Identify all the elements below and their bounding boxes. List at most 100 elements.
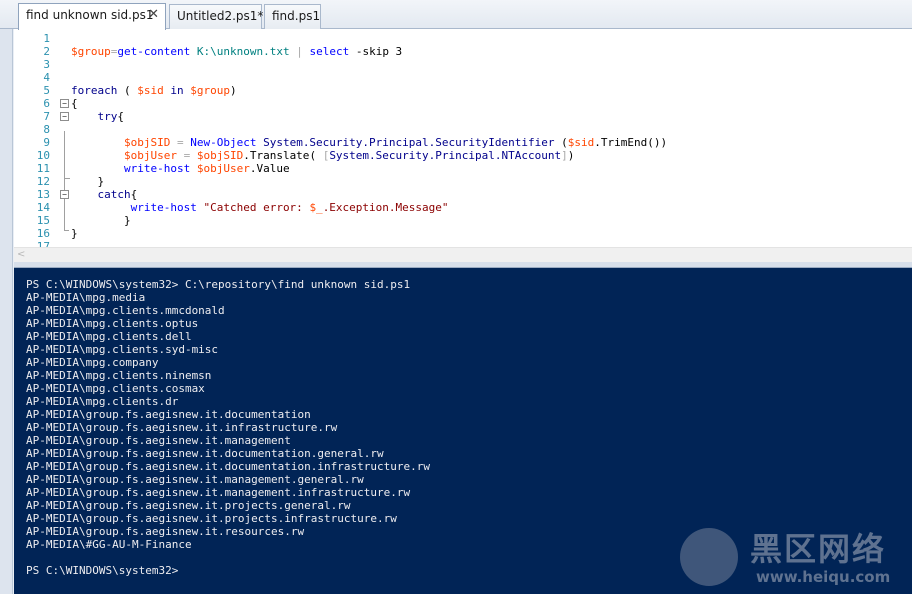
code-token: $objUser — [123, 149, 177, 162]
tab-label: Untitled2.ps1* — [177, 9, 264, 23]
code-text: $group=get-content K:\unknown.txt | sele… — [71, 45, 402, 58]
code-line[interactable]: 3 — [14, 58, 912, 71]
code-token: ) — [567, 149, 575, 162]
console-output-line: AP-MEDIA\mpg.media — [26, 291, 146, 304]
code-token: "Catched error: — [203, 201, 310, 214]
code-token: . — [594, 136, 601, 149]
code-token: write-host — [123, 162, 191, 175]
tab-find[interactable]: find.ps1 — [264, 4, 321, 29]
code-token: write-host — [130, 201, 197, 214]
code-line[interactable]: 5 foreach ( $sid in $group) — [14, 84, 912, 97]
console-output-line: AP-MEDIA\mpg.clients.dr — [26, 395, 179, 408]
code-line[interactable]: 1 — [14, 32, 912, 45]
line-number: 8 — [43, 123, 50, 136]
fold-gutter: − — [60, 97, 70, 110]
line-number: 12 — [36, 175, 50, 188]
code-token: select — [309, 45, 350, 58]
code-token: $objUser — [196, 162, 250, 175]
code-line[interactable]: 2 $group=get-content K:\unknown.txt | sel… — [14, 45, 912, 58]
line-number: 14 — [36, 201, 50, 214]
code-text: $objSID = New-Object System.Security.Pri… — [71, 136, 667, 149]
code-line[interactable]: 16} — [14, 227, 912, 240]
code-token: } — [71, 175, 105, 188]
console-pane[interactable]: PS C:\WINDOWS\system32> AP-MEDIA\#GG-AU-M… — [14, 268, 912, 594]
code-line[interactable]: 12 } — [14, 175, 912, 188]
code-token: try — [97, 110, 118, 123]
tab-label: find unknown sid.ps1 — [26, 8, 154, 22]
code-line[interactable]: 14 write-host "Catched error: $_.Excepti… — [14, 201, 912, 214]
code-line[interactable]: 7 − try{ — [14, 110, 912, 123]
scroll-left-icon[interactable]: < — [17, 248, 25, 262]
code-token: } — [71, 227, 78, 240]
code-line[interactable]: 17 — [14, 240, 912, 247]
console-output-line: AP-MEDIA\group.fs.aegisnew.it.management… — [26, 473, 364, 486]
code-token: -skip 3 — [349, 45, 403, 58]
line-number: 17 — [36, 240, 50, 247]
line-number: 13 — [36, 188, 50, 201]
code-text: } — [71, 175, 104, 188]
code-text: { — [71, 97, 78, 110]
line-number: 9 — [43, 136, 50, 149]
console-output-line: AP-MEDIA\mpg.clients.mmcdonald — [26, 304, 225, 317]
console-output-line: AP-MEDIA\mpg.clients.cosmax — [26, 382, 205, 395]
code-token: System.Security.Principal.NTAccount — [329, 149, 562, 162]
code-token: $objSID — [196, 149, 244, 162]
code-line[interactable]: 4 — [14, 71, 912, 84]
tab-find-unknown-sid[interactable]: find unknown sid.ps1 ✕ — [18, 3, 166, 30]
collapse-icon[interactable]: − — [60, 99, 69, 108]
code-line[interactable]: 6 −{ — [14, 97, 912, 110]
code-token: $objSID — [123, 136, 171, 149]
code-token: Value — [256, 162, 290, 175]
left-edge-panel — [0, 29, 13, 594]
watermark: 黑区网络 www.heiqu.com — [680, 528, 912, 594]
console-output-line: AP-MEDIA\group.fs.aegisnew.it.projects.g… — [26, 499, 351, 512]
close-icon[interactable]: ✕ — [148, 4, 159, 26]
code-token: ( — [117, 84, 138, 97]
line-number: 15 — [36, 214, 50, 227]
editor-horizontal-scrollbar[interactable]: < — [14, 247, 912, 262]
code-text: foreach ( $sid in $group) — [71, 84, 237, 97]
code-token: { — [117, 110, 124, 123]
line-number: 3 — [43, 58, 50, 71]
code-token: get-content — [117, 45, 191, 58]
collapse-icon[interactable]: − — [60, 190, 69, 199]
code-token: System.Security.Principal.SecurityIdenti… — [263, 136, 555, 149]
line-number: 16 — [36, 227, 50, 240]
code-token: foreach — [71, 84, 118, 97]
code-token: TrimEnd — [600, 136, 648, 149]
code-token: . — [243, 149, 250, 162]
code-token: $group — [190, 84, 230, 97]
console-output-line: AP-MEDIA\#GG-AU-M-Finance — [26, 538, 192, 551]
line-number: 11 — [36, 162, 50, 175]
code-token: = — [176, 136, 184, 149]
code-token: .Exception.Message" — [322, 201, 449, 214]
console-output-line: AP-MEDIA\group.fs.aegisnew.it.management — [26, 434, 291, 447]
line-number: 4 — [43, 71, 50, 84]
code-text: catch{ — [71, 188, 138, 201]
tab-untitled2[interactable]: Untitled2.ps1* — [169, 4, 264, 29]
code-token: } — [71, 214, 131, 227]
code-token: $_ — [309, 201, 323, 214]
code-line[interactable]: 8 — [14, 123, 912, 136]
watermark-title: 黑区网络 — [750, 530, 887, 568]
code-line[interactable]: 9 $objSID = New-Object System.Security.P… — [14, 136, 912, 149]
code-line[interactable]: 13 − catch{ — [14, 188, 912, 201]
code-line[interactable]: 10 $objUser = $objSID.Translate( [System… — [14, 149, 912, 162]
console-prompt-line: PS C:\WINDOWS\system32> — [26, 564, 179, 577]
code-line[interactable]: 15 } — [14, 214, 912, 227]
console-output-line: AP-MEDIA\group.fs.aegisnew.it.management… — [26, 486, 411, 499]
code-token: $sid — [137, 84, 164, 97]
tab-bar: find unknown sid.ps1 ✕ Untitled2.ps1* fi… — [0, 0, 912, 30]
collapse-icon[interactable]: − — [60, 112, 69, 121]
script-editor[interactable]: 1 2 $group=get-content K:\unknown.txt | se… — [14, 29, 912, 247]
code-line[interactable]: 11 write-host $objUser.Value — [14, 162, 912, 175]
code-text: } — [71, 214, 131, 227]
code-token: | — [296, 45, 303, 58]
